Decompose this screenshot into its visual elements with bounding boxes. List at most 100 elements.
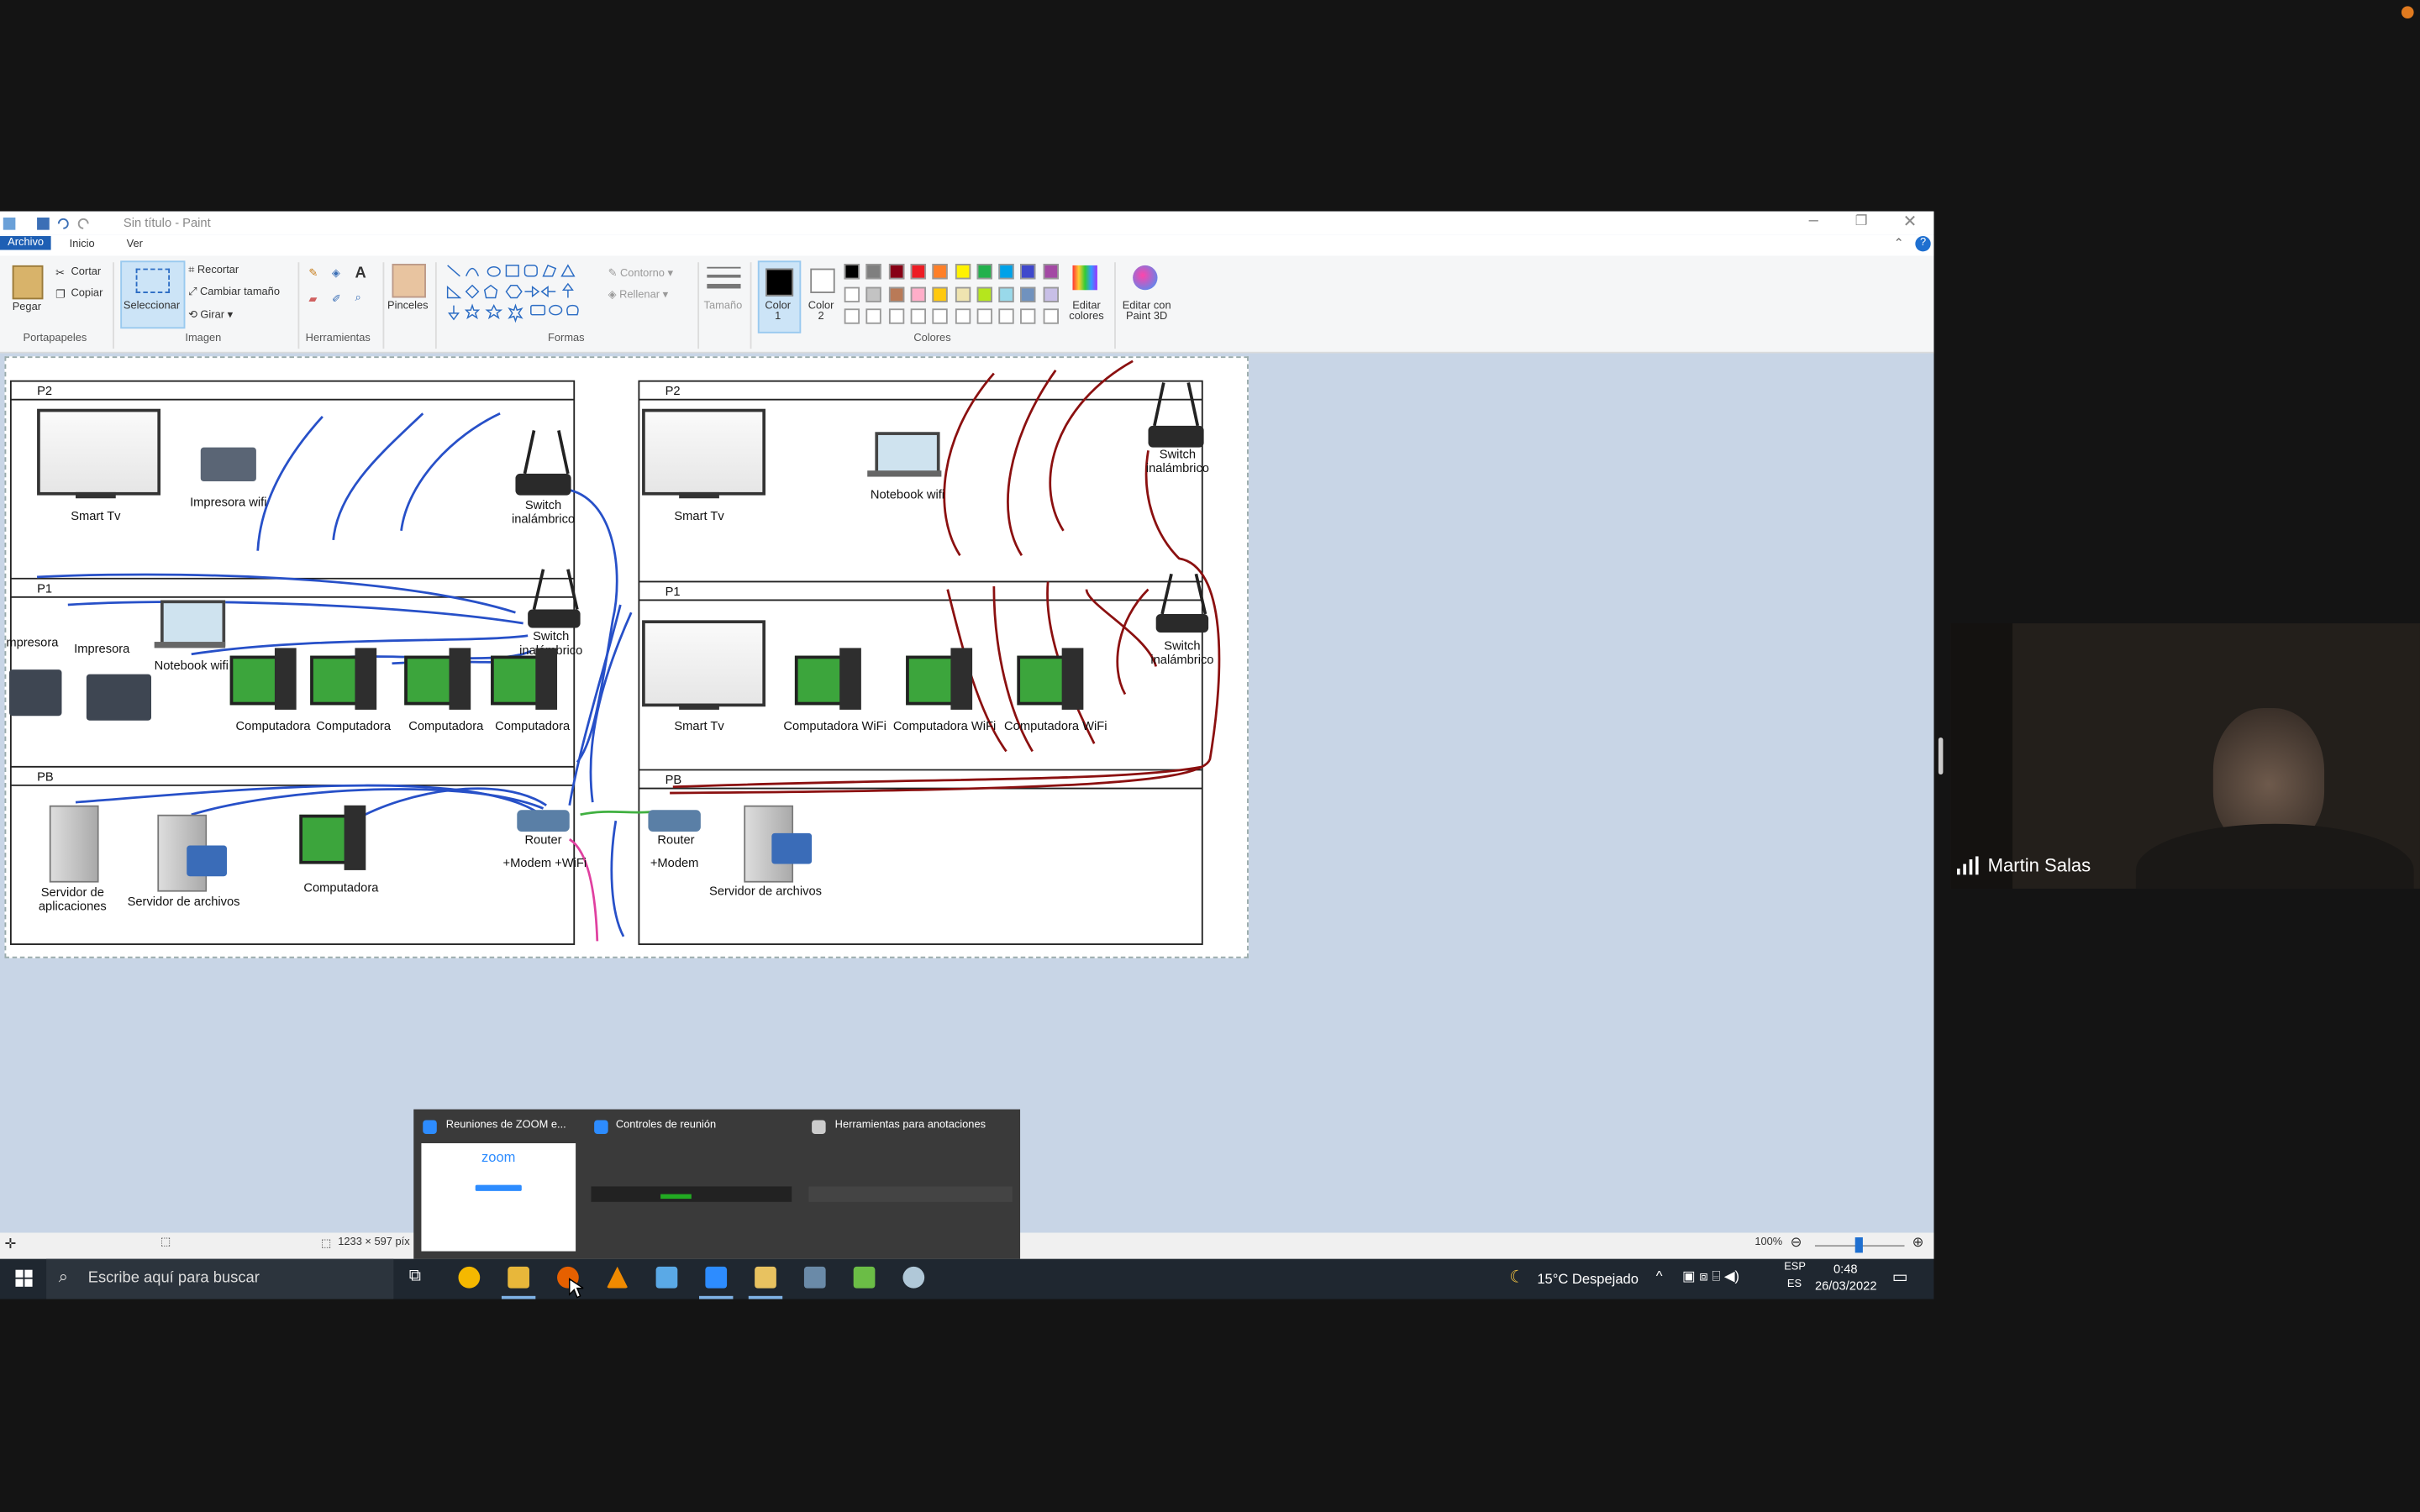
rotate-button[interactable]: ⟲ Girar ▾ (188, 308, 233, 321)
select-label: Seleccionar (123, 301, 181, 312)
vlc-icon[interactable] (606, 1266, 629, 1289)
tray-icons[interactable]: ▣ ⧈ ⌸ ◀) (1682, 1268, 1739, 1285)
green-cable (580, 810, 655, 816)
printer-icon (200, 447, 256, 482)
app-icon-green[interactable] (853, 1266, 876, 1289)
keyboard-layout[interactable]: ES (1787, 1279, 1802, 1290)
paint3d-button[interactable]: Editar con Paint 3D (1118, 301, 1176, 323)
drawing-canvas[interactable]: P2 P1 PB P2 P1 PB Smart Tv Impresora wif… (4, 356, 1249, 958)
panel-resize-handle[interactable] (1938, 737, 1944, 775)
zoom-in-icon[interactable]: ⊕ (1912, 1234, 1924, 1251)
empty-color-swatch[interactable] (954, 308, 971, 324)
color-swatch[interactable] (910, 264, 926, 280)
weather-text[interactable]: 15°C Despejado (1537, 1271, 1639, 1286)
divider (1114, 262, 1116, 349)
participant-body (2135, 823, 2414, 889)
color-swatch[interactable] (998, 286, 1014, 302)
file-explorer-icon[interactable] (508, 1266, 529, 1289)
tab-inicio[interactable]: Inicio (61, 238, 102, 252)
search-box[interactable]: ⌕ Escribe aquí para buscar (46, 1258, 394, 1299)
tab-ver[interactable]: Ver (118, 238, 150, 252)
app-icon-settings[interactable] (902, 1266, 925, 1289)
fill-button[interactable]: ◈ Rellenar ▾ (608, 288, 668, 301)
quick-access-toolbar[interactable] (3, 216, 96, 231)
calculator-icon[interactable] (803, 1266, 826, 1289)
copy-button[interactable]: Copiar (71, 288, 103, 299)
preview-title-annotations[interactable]: Herramientas para anotaciones (835, 1120, 986, 1131)
color-swatch[interactable] (932, 264, 949, 280)
edit-colors-button[interactable]: Editar colores (1065, 301, 1107, 323)
text-icon[interactable]: A (355, 265, 366, 282)
divider (297, 262, 300, 349)
color-swatch[interactable] (844, 264, 860, 280)
empty-color-swatch[interactable] (932, 308, 949, 324)
color-swatch[interactable] (1020, 286, 1037, 302)
empty-color-swatch[interactable] (998, 308, 1014, 324)
zoom-out-icon[interactable]: ⊖ (1791, 1234, 1802, 1251)
color2-swatch[interactable] (810, 268, 835, 293)
empty-color-swatch[interactable] (976, 308, 992, 324)
close-icon[interactable]: ✕ (1903, 212, 1918, 231)
resize-button[interactable]: ⤢ Cambiar tamaño (188, 287, 280, 300)
preview-title-controls[interactable]: Controles de reunión (616, 1120, 716, 1131)
notifications-icon[interactable]: ▭ (1892, 1267, 1908, 1287)
participant-video-tile[interactable]: Martin Salas (1950, 623, 2420, 889)
floor-label-pb-right: PB (665, 773, 682, 787)
color-swatch[interactable] (865, 286, 882, 302)
clock-time[interactable]: 0:48 (1833, 1262, 1858, 1276)
shapes-gallery[interactable] (445, 262, 599, 330)
cut-button[interactable]: Cortar (71, 267, 101, 278)
task-view-icon[interactable]: ⧉ (409, 1267, 421, 1287)
fill-icon[interactable]: ◈ (332, 267, 340, 280)
color-swatch[interactable] (1043, 264, 1059, 280)
annotation-tools-thumbnail[interactable] (808, 1186, 1013, 1202)
color-picker-icon[interactable]: ✐ (332, 293, 341, 306)
zoom-taskbar-icon[interactable] (705, 1266, 728, 1289)
meeting-controls-thumbnail[interactable] (591, 1186, 792, 1202)
minimize-icon[interactable]: – (1809, 212, 1818, 230)
color-swatch[interactable] (888, 286, 904, 302)
color-swatch[interactable] (844, 286, 860, 302)
crop-button[interactable]: ⌗ Recortar (188, 265, 239, 278)
size-button[interactable]: Tamaño (704, 301, 743, 312)
color-swatch[interactable] (932, 286, 949, 302)
restore-icon[interactable]: ❐ (1855, 213, 1868, 229)
color-swatch[interactable] (954, 286, 971, 302)
color-swatch[interactable] (865, 264, 882, 280)
empty-color-swatch[interactable] (1043, 308, 1059, 324)
color-swatch[interactable] (998, 264, 1014, 280)
input-language[interactable]: ESP (1784, 1262, 1806, 1273)
empty-color-swatch[interactable] (888, 308, 904, 324)
magnifier-icon[interactable]: ⌕ (355, 293, 360, 306)
empty-color-swatch[interactable] (865, 308, 882, 324)
router-icon (517, 810, 570, 832)
color-swatch[interactable] (976, 286, 992, 302)
preview-title-meetings[interactable]: Reuniones de ZOOM e... (446, 1120, 566, 1131)
brushes-button[interactable]: Pinceles (387, 301, 429, 312)
empty-color-swatch[interactable] (844, 308, 860, 324)
outline-button[interactable]: ✎ Contorno ▾ (608, 267, 673, 280)
virtualbox-icon[interactable] (655, 1266, 678, 1289)
color-swatch[interactable] (954, 264, 971, 280)
windows-start-icon[interactable] (15, 1269, 34, 1289)
color-swatch[interactable] (888, 264, 904, 280)
color-swatch[interactable] (910, 286, 926, 302)
app-icon-avast[interactable] (458, 1266, 481, 1289)
collapse-ribbon-icon[interactable]: ⌃ (1894, 236, 1904, 250)
color-swatch[interactable] (976, 264, 992, 280)
clock-date[interactable]: 26/03/2022 (1815, 1279, 1877, 1294)
help-icon[interactable]: ? (1915, 236, 1931, 252)
eraser-icon[interactable]: ▰ (308, 293, 317, 306)
empty-color-swatch[interactable] (1020, 308, 1037, 324)
zoom-window-thumbnail[interactable]: zoom (421, 1142, 576, 1252)
paint-taskbar-icon[interactable] (755, 1266, 776, 1289)
floor-label-p1-right: P1 (665, 585, 681, 599)
tab-archivo[interactable]: Archivo (0, 236, 52, 250)
color-swatch[interactable] (1043, 286, 1059, 302)
pencil-icon[interactable]: ✎ (308, 267, 318, 280)
paste-button[interactable]: Pegar (13, 302, 41, 313)
chevron-up-icon[interactable]: ^ (1656, 1268, 1663, 1284)
zoom-slider-thumb[interactable] (1854, 1237, 1863, 1253)
empty-color-swatch[interactable] (910, 308, 926, 324)
color-swatch[interactable] (1020, 264, 1037, 280)
